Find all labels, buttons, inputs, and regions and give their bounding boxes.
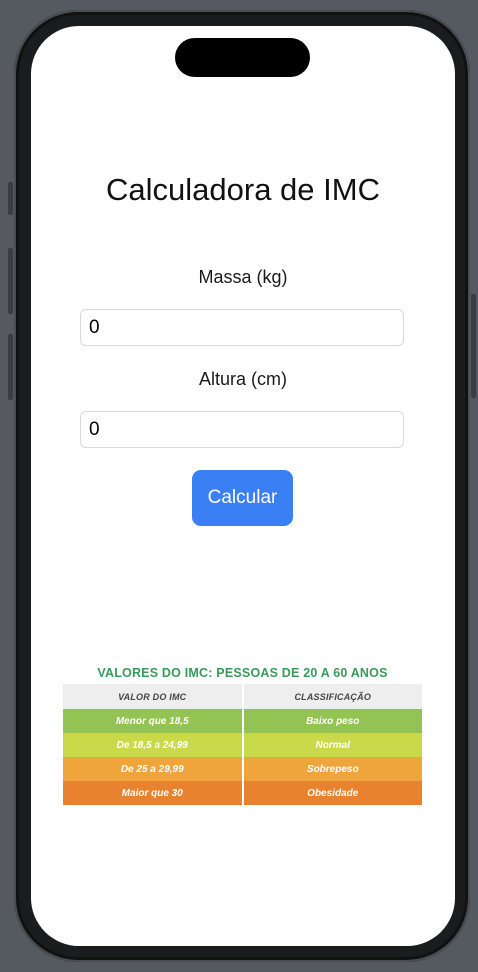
power-button — [471, 294, 476, 398]
imc-classification-cell: Baixo peso — [242, 709, 422, 733]
table-row: Maior que 30 Obesidade — [63, 781, 422, 805]
imc-classification-cell: Obesidade — [242, 781, 422, 805]
imc-classification-cell: Sobrepeso — [242, 757, 422, 781]
imc-table-title: VALORES DO IMC: PESSOAS DE 20 A 60 ANOS — [97, 666, 388, 680]
app-screen: Calculadora de IMC Massa (kg) Altura (cm… — [31, 26, 455, 946]
action-button — [8, 182, 13, 215]
imc-classification-cell: Normal — [242, 733, 422, 757]
column-header-value: VALOR DO IMC — [63, 684, 244, 709]
column-header-classification: CLASSIFICAÇÃO — [242, 684, 422, 709]
imc-value-cell: De 18,5 a 24,99 — [63, 733, 244, 757]
calculate-button[interactable]: Calcular — [192, 470, 293, 526]
table-header-row: VALOR DO IMC CLASSIFICAÇÃO — [63, 684, 422, 709]
volume-down-button — [8, 334, 13, 400]
dynamic-island — [175, 38, 310, 77]
height-label: Altura (cm) — [198, 369, 287, 389]
mass-label: Massa (kg) — [198, 267, 288, 287]
imc-table: VALOR DO IMC CLASSIFICAÇÃO Menor que 18,… — [63, 684, 422, 805]
volume-up-button — [8, 248, 13, 314]
table-row: Menor que 18,5 Baixo peso — [63, 709, 422, 733]
mass-input[interactable] — [80, 309, 404, 346]
imc-reference-table: VALORES DO IMC: PESSOAS DE 20 A 60 ANOS … — [63, 662, 422, 805]
page-title: Calculadora de IMC — [106, 172, 380, 207]
height-input[interactable] — [80, 411, 404, 448]
imc-value-cell: Maior que 30 — [63, 781, 244, 805]
table-row: De 25 a 29,99 Sobrepeso — [63, 757, 422, 781]
imc-value-cell: De 25 a 29,99 — [63, 757, 244, 781]
table-row: De 18,5 a 24,99 Normal — [63, 733, 422, 757]
imc-value-cell: Menor que 18,5 — [63, 709, 244, 733]
